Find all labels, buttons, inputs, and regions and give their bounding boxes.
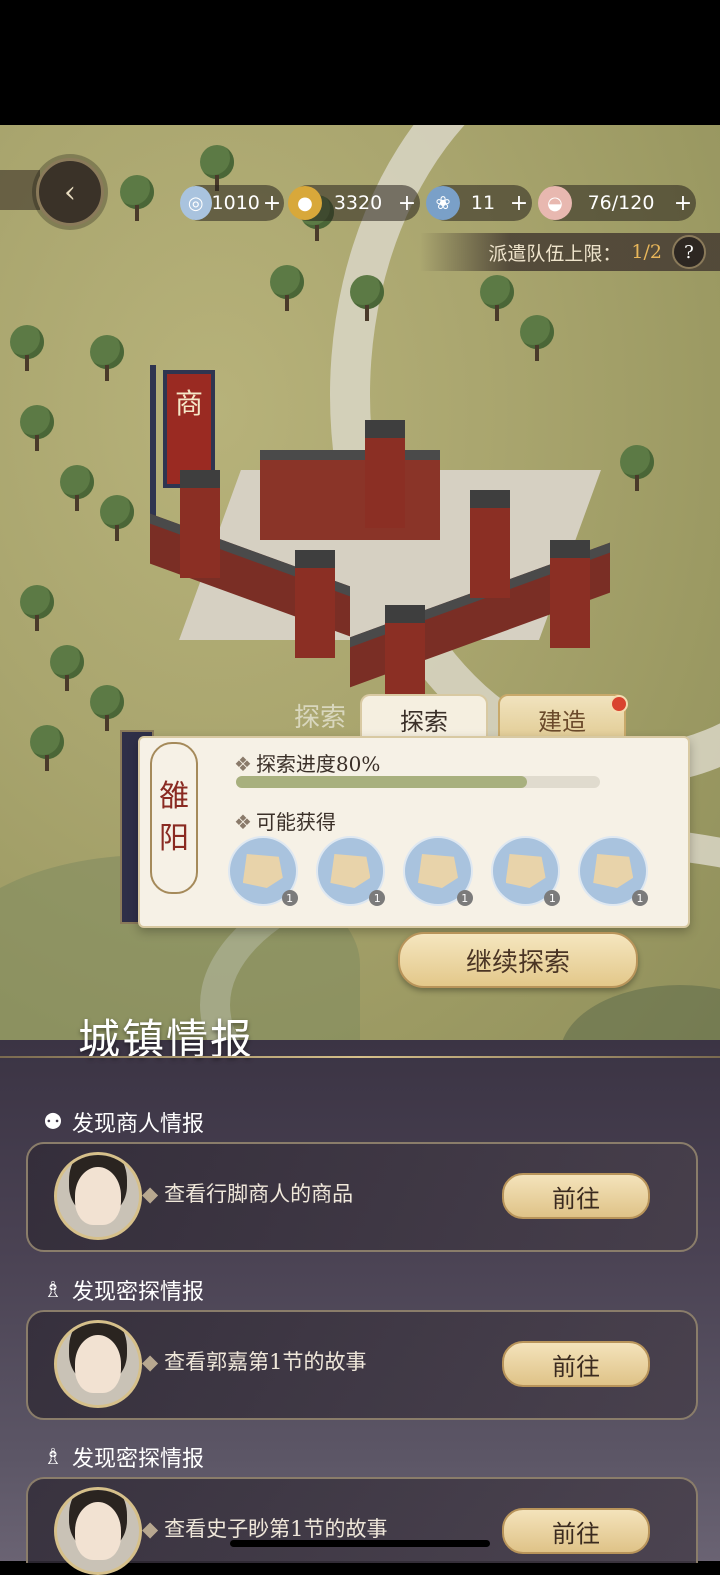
- progress-label: ❖ 探索进度80%: [234, 752, 381, 776]
- tree: [20, 585, 54, 631]
- resource-scroll[interactable]: ❀ 11 +: [426, 185, 532, 221]
- reward-item[interactable]: 1: [228, 836, 298, 906]
- fortress[interactable]: [150, 420, 610, 713]
- money-bag-icon: ⚉: [43, 1109, 63, 1135]
- reward-item[interactable]: 1: [490, 836, 561, 906]
- tree: [100, 495, 134, 541]
- tab-explore[interactable]: 探索: [360, 694, 488, 742]
- merchant-avatar: [54, 1152, 142, 1240]
- watchtower: [295, 550, 335, 658]
- watchtower: [365, 420, 405, 528]
- watchtower: [550, 540, 590, 648]
- tree: [480, 275, 514, 321]
- resource-gold[interactable]: ● 3320 +: [288, 185, 420, 221]
- progress-fill: [236, 776, 528, 788]
- home-indicator: [230, 1540, 490, 1547]
- tree: [60, 465, 94, 511]
- resource-jade[interactable]: ◎ 1010 +: [180, 185, 284, 221]
- continue-explore-button[interactable]: 继续探索: [398, 932, 638, 988]
- city-name-tag: 雒 阳: [150, 742, 198, 894]
- gold-coin-icon: ●: [288, 186, 322, 220]
- food-bowl-icon: ◒: [538, 186, 572, 220]
- rewards-label: ❖ 可能获得: [234, 810, 336, 834]
- tree: [10, 325, 44, 371]
- back-arrow-icon: ‹: [64, 174, 76, 210]
- reward-list: 1 1 1 1 1: [228, 836, 648, 906]
- spy-icon: ♗: [43, 1277, 63, 1303]
- divider: [0, 1056, 720, 1058]
- tree: [30, 725, 64, 771]
- tab-ghost-label: 探索: [293, 703, 346, 733]
- resource-food[interactable]: ◒ 76/120 +: [538, 185, 696, 221]
- guo-jia-avatar: [54, 1320, 142, 1408]
- tree: [20, 405, 54, 451]
- jade-orb-icon: ◎: [180, 186, 212, 220]
- add-gold-icon[interactable]: +: [394, 191, 420, 216]
- add-food-icon[interactable]: +: [670, 191, 696, 216]
- notification-dot: [610, 695, 628, 713]
- shi-zimiao-avatar: [54, 1487, 142, 1575]
- card-text: ◆ 查看郭嘉第1节的故事: [142, 1350, 367, 1374]
- reward-item[interactable]: 1: [403, 836, 473, 906]
- spy-icon: ♗: [43, 1444, 63, 1470]
- card-header: ♗ 发现密探情报: [40, 1437, 680, 1477]
- add-jade-icon[interactable]: +: [260, 191, 284, 216]
- help-button[interactable]: ?: [672, 235, 706, 269]
- tree: [520, 315, 554, 361]
- watchtower: [470, 490, 510, 598]
- fortress-hall: [260, 450, 440, 540]
- tree: [620, 445, 654, 491]
- status-bar-area: [0, 0, 720, 125]
- dispatch-count: 1/2: [631, 241, 662, 263]
- reward-item[interactable]: 1: [315, 836, 386, 906]
- card-header: ⚉ 发现商人情报: [40, 1102, 680, 1142]
- map-fragment-icon: [593, 854, 634, 888]
- scroll-icon: ❀: [426, 186, 460, 220]
- diamond-icon: ❖: [234, 752, 252, 776]
- tree: [90, 335, 124, 381]
- map-fragment-icon: [417, 854, 458, 888]
- tree: [90, 685, 124, 731]
- back-rail: [0, 170, 40, 210]
- progress-bar: [236, 776, 600, 788]
- go-button[interactable]: 前往: [502, 1173, 650, 1219]
- map-fragment-icon: [330, 854, 371, 888]
- card-text: ◆ 查看行脚商人的商品: [142, 1182, 354, 1206]
- map-fragment-icon: [505, 854, 546, 888]
- tree: [350, 275, 384, 321]
- tree: [270, 265, 304, 311]
- watchtower: [180, 470, 220, 578]
- tree: [120, 175, 154, 221]
- map-fragment-icon: [242, 854, 283, 888]
- tree: [200, 145, 234, 191]
- tree: [50, 645, 84, 691]
- reward-item[interactable]: 1: [578, 836, 648, 906]
- card-header: ♗ 发现密探情报: [40, 1270, 680, 1310]
- go-button[interactable]: 前往: [502, 1508, 650, 1554]
- go-button[interactable]: 前往: [502, 1341, 650, 1387]
- card-text: ◆ 查看史子眇第1节的故事: [142, 1517, 388, 1541]
- diamond-icon: ❖: [234, 810, 252, 834]
- back-button[interactable]: ‹: [36, 158, 104, 226]
- add-scroll-icon[interactable]: +: [506, 191, 532, 216]
- dispatch-limit: 派遣队伍上限： 1/2 ?: [420, 233, 720, 271]
